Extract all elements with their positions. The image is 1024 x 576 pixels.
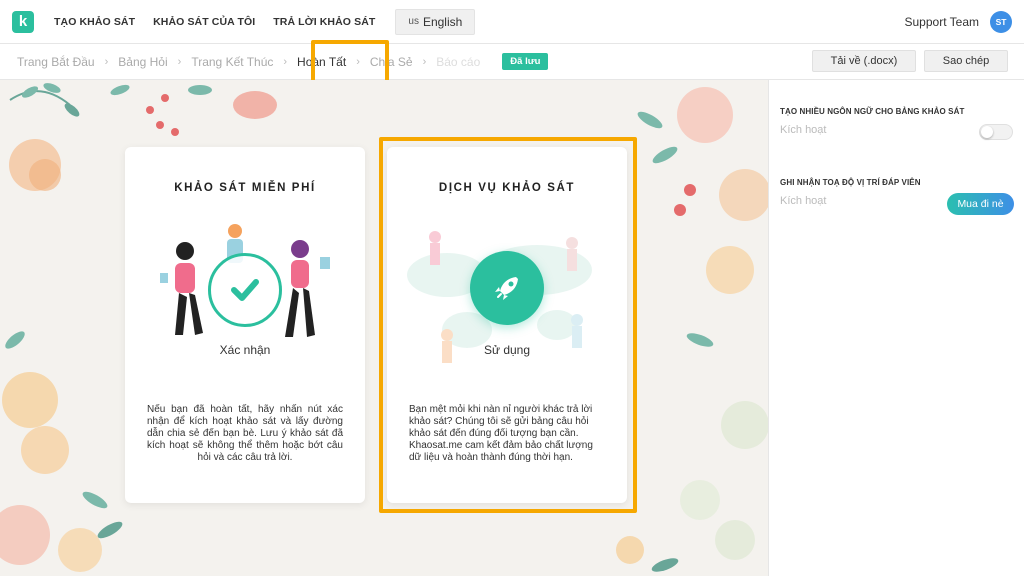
card-title: DỊCH VỤ KHẢO SÁT bbox=[438, 182, 576, 194]
us-flag-icon: us bbox=[408, 16, 419, 27]
download-docx-button[interactable]: Tải về (.docx) bbox=[812, 50, 916, 72]
chevron-right-icon: › bbox=[104, 55, 109, 68]
copy-button[interactable]: Sao chép bbox=[924, 50, 1008, 72]
rocket-icon bbox=[495, 277, 518, 300]
breadcrumb-report: Báo cáo bbox=[436, 54, 481, 69]
support-team-link[interactable]: Support Team bbox=[905, 15, 980, 29]
geo-location-activate-label: Kích hoạt bbox=[780, 195, 827, 207]
nav-create-survey[interactable]: TẠO KHẢO SÁT bbox=[54, 16, 135, 28]
nav-my-surveys[interactable]: KHẢO SÁT CỦA TÔI bbox=[153, 16, 255, 28]
language-button[interactable]: us English bbox=[395, 8, 476, 35]
multilanguage-toggle[interactable] bbox=[979, 124, 1013, 140]
multilanguage-heading: TẠO NHIỀU NGÔN NGỮ CHO BẢNG KHẢO SÁT bbox=[780, 107, 965, 116]
floral-decoration bbox=[0, 83, 768, 572]
avatar[interactable]: ST bbox=[990, 10, 1012, 33]
language-label: English bbox=[422, 14, 463, 29]
breadcrumb-questionnaire[interactable]: Bảng Hỏi bbox=[118, 55, 167, 69]
saved-badge: Đã lưu bbox=[502, 53, 549, 70]
settings-panel: TẠO NHIỀU NGÔN NGỮ CHO BẢNG KHẢO SÁT Kíc… bbox=[768, 80, 1024, 576]
buy-button[interactable]: Mua đi nè bbox=[947, 193, 1014, 215]
use-service-button[interactable] bbox=[470, 251, 544, 325]
nav-answer-surveys[interactable]: TRẢ LỜI KHẢO SÁT bbox=[273, 16, 375, 28]
chevron-right-icon: › bbox=[283, 55, 288, 68]
chevron-right-icon: › bbox=[177, 55, 182, 68]
free-survey-card: KHẢO SÁT MIỄN PHÍ Xác nhận Nếu bạn đã ho… bbox=[125, 147, 365, 503]
chevron-right-icon: › bbox=[356, 55, 360, 68]
breadcrumb-complete[interactable]: Hoàn Tất bbox=[297, 55, 346, 69]
multilanguage-activate-label: Kích hoạt bbox=[780, 124, 827, 136]
chevron-right-icon: › bbox=[422, 55, 427, 68]
breadcrumb-start-page[interactable]: Trang Bắt Đầu bbox=[17, 55, 95, 69]
app-logo[interactable]: k bbox=[12, 10, 34, 33]
use-service-label[interactable]: Sử dụng bbox=[387, 343, 627, 357]
survey-service-card: DỊCH VỤ KHẢO SÁT Sử dụng Bạn mệt mỏi khi… bbox=[387, 147, 627, 503]
logo-letter: k bbox=[18, 13, 28, 30]
confirm-label[interactable]: Xác nhận bbox=[125, 343, 365, 357]
card-title: KHẢO SÁT MIỄN PHÍ bbox=[174, 182, 316, 194]
top-navbar: k TẠO KHẢO SÁT KHẢO SÁT CỦA TÔI TRẢ LỜI … bbox=[0, 0, 1024, 44]
breadcrumb-share[interactable]: Chia Sẻ bbox=[370, 55, 413, 69]
breadcrumb-end-page[interactable]: Trang Kết Thúc bbox=[191, 55, 273, 69]
card-description: Bạn mệt mỏi khi nàn nỉ người khác trả lờ… bbox=[409, 404, 593, 463]
geo-location-heading: GHI NHẬN TOẠ ĐỘ VỊ TRÍ ĐÁP VIÊN bbox=[780, 178, 921, 187]
card-description: Nếu bạn đã hoàn tất, hãy nhấn nút xác nh… bbox=[147, 404, 343, 463]
toggle-knob bbox=[981, 126, 993, 138]
main-canvas: KHẢO SÁT MIỄN PHÍ Xác nhận Nếu bạn đã ho… bbox=[0, 80, 768, 576]
confirm-button[interactable] bbox=[208, 253, 282, 327]
check-icon bbox=[231, 279, 259, 301]
